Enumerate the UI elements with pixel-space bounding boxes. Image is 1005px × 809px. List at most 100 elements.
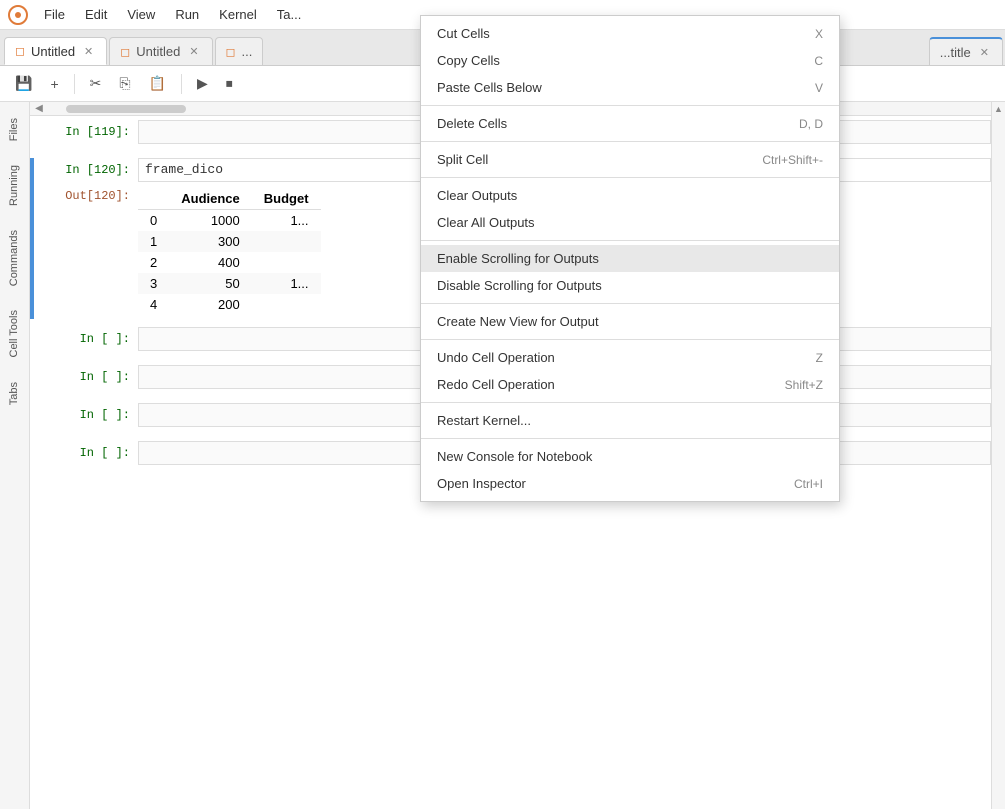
- table-row-2: 2 400: [138, 252, 321, 273]
- ctx-redo-label: Redo Cell Operation: [437, 377, 555, 392]
- ctx-undo-label: Undo Cell Operation: [437, 350, 555, 365]
- ctx-sep-2: [421, 141, 839, 142]
- ctx-clear-outputs[interactable]: Clear Outputs: [421, 182, 839, 209]
- row0-audience: 1000: [169, 210, 252, 232]
- tab-right-close[interactable]: ✕: [977, 45, 992, 60]
- menu-edit[interactable]: Edit: [77, 5, 115, 24]
- tab-close-2[interactable]: ✕: [186, 44, 201, 59]
- ctx-split-cell[interactable]: Split Cell Ctrl+Shift+-: [421, 146, 839, 173]
- ctx-copy-cells[interactable]: Copy Cells C: [421, 47, 839, 74]
- ctx-cut-shortcut: X: [815, 27, 823, 41]
- sidebar-files[interactable]: Files: [2, 106, 28, 153]
- ei-4: [30, 441, 34, 471]
- ctx-undo-cell[interactable]: Undo Cell Operation Z: [421, 344, 839, 371]
- ctx-create-view[interactable]: Create New View for Output: [421, 308, 839, 335]
- ctx-redo-cell[interactable]: Redo Cell Operation Shift+Z: [421, 371, 839, 398]
- cell-indicator-119: [30, 120, 34, 150]
- ctx-sep-1: [421, 105, 839, 106]
- row1-audience: 300: [169, 231, 252, 252]
- sidebar-running[interactable]: Running: [2, 153, 28, 218]
- row0-idx: 0: [138, 210, 169, 232]
- col-header-audience: Audience: [169, 188, 252, 210]
- ctx-delete-label: Delete Cells: [437, 116, 507, 131]
- paste-button[interactable]: 📋: [142, 71, 173, 96]
- h-scroll-left[interactable]: ◀: [32, 102, 46, 116]
- menu-kernel[interactable]: Kernel: [211, 5, 265, 24]
- row3-budget: 1...: [252, 273, 321, 294]
- menu-file[interactable]: File: [36, 5, 73, 24]
- row1-budget: [252, 231, 321, 252]
- sidebar-commands[interactable]: Commands: [2, 218, 28, 298]
- output-table: Audience Budget 0 1000 1...: [138, 188, 321, 315]
- save-button[interactable]: 💾: [8, 71, 39, 96]
- ctx-split-label: Split Cell: [437, 152, 488, 167]
- row2-audience: 400: [169, 252, 252, 273]
- row2-budget: [252, 252, 321, 273]
- ctx-restart-label: Restart Kernel...: [437, 413, 531, 428]
- cell-indicator-120: [30, 158, 34, 319]
- table-row-1: 1 300: [138, 231, 321, 252]
- h-scroll-thumb[interactable]: [66, 105, 186, 113]
- ctx-delete-cells[interactable]: Delete Cells D, D: [421, 110, 839, 137]
- ctx-disable-scrolling[interactable]: Disable Scrolling for Outputs: [421, 272, 839, 299]
- output-prompt-120: Out[120]:: [38, 184, 138, 208]
- menu-run[interactable]: Run: [167, 5, 207, 24]
- ctx-undo-shortcut: Z: [816, 351, 823, 365]
- table-row-4: 4 200: [138, 294, 321, 315]
- v-scrollbar[interactable]: ▲: [991, 102, 1005, 809]
- left-sidebar: Files Running Commands Cell Tools Tabs: [0, 102, 30, 809]
- menu-tabs[interactable]: Ta...: [269, 5, 310, 24]
- ctx-sep-8: [421, 438, 839, 439]
- tab-untitled-3[interactable]: ◻ ...: [215, 37, 264, 65]
- ctx-paste-cells[interactable]: Paste Cells Below V: [421, 74, 839, 101]
- ctx-sep-5: [421, 303, 839, 304]
- menu-view[interactable]: View: [119, 5, 163, 24]
- app-logo: [8, 5, 28, 25]
- cut-button[interactable]: ✂: [83, 71, 109, 96]
- row2-idx: 2: [138, 252, 169, 273]
- tab-add: ...: [242, 44, 253, 59]
- ctx-inspector-shortcut: Ctrl+I: [794, 477, 823, 491]
- col-header-idx: [138, 188, 169, 210]
- ctx-inspector-label: Open Inspector: [437, 476, 526, 491]
- row3-idx: 3: [138, 273, 169, 294]
- tab-icon-1: ◻: [15, 44, 25, 58]
- sidebar-tabs[interactable]: Tabs: [2, 370, 28, 417]
- ctx-copy-label: Copy Cells: [437, 53, 500, 68]
- table-row-3: 3 50 1...: [138, 273, 321, 294]
- right-tab-area: ...title ✕: [929, 30, 1005, 65]
- ctx-paste-label: Paste Cells Below: [437, 80, 542, 95]
- row4-idx: 4: [138, 294, 169, 315]
- ctx-open-inspector[interactable]: Open Inspector Ctrl+I: [421, 470, 839, 497]
- tab-right-label: ...title: [940, 45, 971, 60]
- ctx-cut-cells[interactable]: Cut Cells X: [421, 20, 839, 47]
- tab-label-1: Untitled: [31, 44, 75, 59]
- ctx-new-console[interactable]: New Console for Notebook: [421, 443, 839, 470]
- main-menu: File Edit View Run Kernel Ta...: [36, 5, 309, 24]
- tab-untitled-1[interactable]: ◻ Untitled ✕: [4, 37, 107, 65]
- tab-close-1[interactable]: ✕: [81, 44, 96, 59]
- output-content-120: Audience Budget 0 1000 1...: [138, 184, 321, 319]
- ctx-clear-label: Clear Outputs: [437, 188, 517, 203]
- v-scroll-up[interactable]: ▲: [992, 102, 1005, 116]
- tab-untitled-2[interactable]: ◻ Untitled ✕: [109, 37, 212, 65]
- ctx-restart-kernel[interactable]: Restart Kernel...: [421, 407, 839, 434]
- sidebar-cell-tools[interactable]: Cell Tools: [2, 298, 28, 370]
- copy-button[interactable]: ⎘: [112, 71, 137, 96]
- ctx-cut-label: Cut Cells: [437, 26, 490, 41]
- add-cell-button[interactable]: +: [43, 72, 65, 96]
- run-button[interactable]: ▶: [190, 71, 215, 96]
- tab-right[interactable]: ...title ✕: [929, 37, 1003, 65]
- ctx-enable-scrolling[interactable]: Enable Scrolling for Outputs: [421, 245, 839, 272]
- ctx-clear-all-outputs[interactable]: Clear All Outputs: [421, 209, 839, 236]
- ctx-sep-6: [421, 339, 839, 340]
- ctx-clear-all-label: Clear All Outputs: [437, 215, 535, 230]
- stop-button[interactable]: ⏹: [219, 71, 240, 96]
- ctx-enable-scroll-label: Enable Scrolling for Outputs: [437, 251, 599, 266]
- col-header-budget: Budget: [252, 188, 321, 210]
- ei-2: [30, 365, 34, 395]
- row0-budget: 1...: [252, 210, 321, 232]
- toolbar-sep-1: [74, 74, 75, 94]
- ctx-split-shortcut: Ctrl+Shift+-: [762, 153, 823, 167]
- toolbar-sep-2: [181, 74, 182, 94]
